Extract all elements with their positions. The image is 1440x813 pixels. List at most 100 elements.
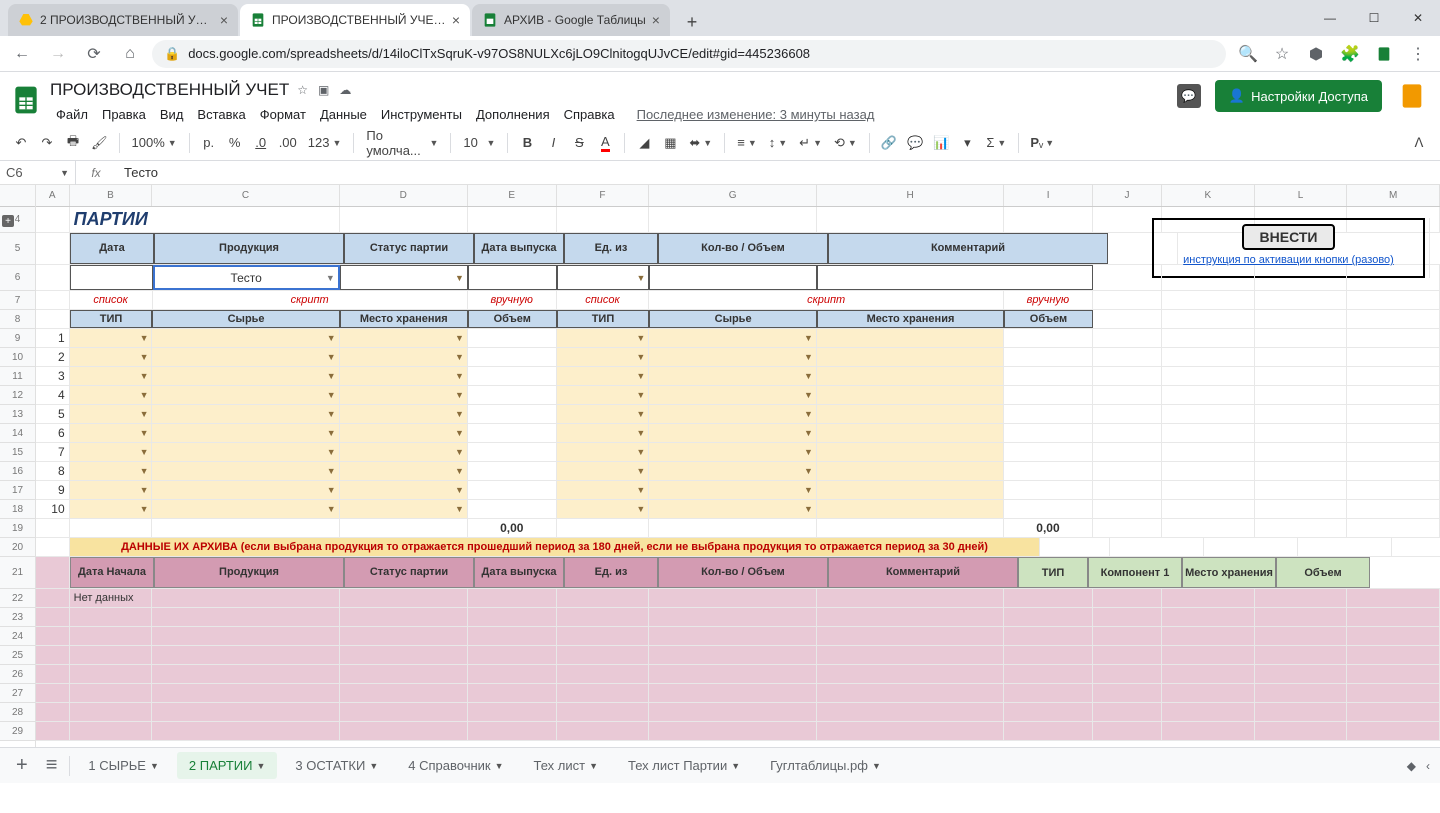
- vol-cell-9[interactable]: [468, 481, 557, 499]
- name-box[interactable]: C6▼: [0, 161, 76, 185]
- row-header-23[interactable]: 23: [0, 608, 35, 627]
- menu-tools[interactable]: Инструменты: [375, 104, 468, 125]
- fontsize-select[interactable]: 10▼: [459, 135, 499, 150]
- row-header-24[interactable]: 24: [0, 627, 35, 646]
- raw-cell-9[interactable]: ▼: [152, 481, 339, 499]
- raw2-cell-10[interactable]: ▼: [649, 500, 817, 518]
- storage-cell-4[interactable]: ▼: [340, 386, 468, 404]
- type2-cell-8[interactable]: ▼: [557, 462, 650, 480]
- doc-title[interactable]: ПРОИЗВОДСТВЕННЫЙ УЧЕТ: [50, 80, 289, 100]
- vol2-cell-6[interactable]: [1004, 424, 1093, 442]
- menu-icon[interactable]: ⋮: [1404, 40, 1432, 68]
- valign-button[interactable]: ↕▼: [765, 135, 791, 150]
- close-window-button[interactable]: ✕: [1396, 3, 1440, 33]
- raw2-cell-7[interactable]: ▼: [649, 443, 817, 461]
- row-header-22[interactable]: 22: [0, 589, 35, 608]
- sheet-tab-3[interactable]: 4 Справочник▼: [396, 752, 515, 779]
- storage-cell-5[interactable]: ▼: [340, 405, 468, 423]
- product-dropdown[interactable]: Тесто▼: [153, 265, 340, 290]
- row-header-21[interactable]: 21: [0, 557, 35, 589]
- merge-button[interactable]: ⬌▼: [685, 135, 716, 151]
- storage2-cell-1[interactable]: [817, 329, 1004, 347]
- type-cell-5[interactable]: ▼: [70, 405, 153, 423]
- row-header-9[interactable]: 9: [0, 329, 35, 348]
- type-cell-10[interactable]: ▼: [70, 500, 153, 518]
- extensions-icon[interactable]: 🧩: [1336, 40, 1364, 68]
- storage2-cell-7[interactable]: [817, 443, 1004, 461]
- raw-cell-3[interactable]: ▼: [152, 367, 339, 385]
- sheet-tab-2[interactable]: 3 ОСТАТКИ▼: [283, 752, 390, 779]
- storage-cell-1[interactable]: ▼: [340, 329, 468, 347]
- type-cell-9[interactable]: ▼: [70, 481, 153, 499]
- sheets-ext-icon[interactable]: [1370, 40, 1398, 68]
- sheet-tab-4[interactable]: Тех лист▼: [522, 752, 611, 779]
- last-edit-link[interactable]: Последнее изменение: 3 минуты назад: [631, 104, 881, 125]
- vol2-cell-5[interactable]: [1004, 405, 1093, 423]
- vol2-cell-8[interactable]: [1004, 462, 1093, 480]
- menu-help[interactable]: Справка: [558, 104, 621, 125]
- row-header-14[interactable]: 14: [0, 424, 35, 443]
- col-header-J[interactable]: J: [1093, 185, 1162, 206]
- menu-edit[interactable]: Правка: [96, 104, 152, 125]
- type-cell-1[interactable]: ▼: [70, 329, 153, 347]
- percent-button[interactable]: %: [224, 130, 246, 156]
- type2-cell-5[interactable]: ▼: [557, 405, 650, 423]
- col-header-B[interactable]: B: [70, 185, 153, 206]
- formula-input[interactable]: Тесто: [116, 165, 1440, 180]
- raw2-cell-1[interactable]: ▼: [649, 329, 817, 347]
- storage2-cell-4[interactable]: [817, 386, 1004, 404]
- type-cell-7[interactable]: ▼: [70, 443, 153, 461]
- type-cell-6[interactable]: ▼: [70, 424, 153, 442]
- menu-file[interactable]: Файл: [50, 104, 94, 125]
- strike-button[interactable]: S: [568, 130, 590, 156]
- menu-data[interactable]: Данные: [314, 104, 373, 125]
- type-cell-2[interactable]: ▼: [70, 348, 153, 366]
- row-header-28[interactable]: 28: [0, 703, 35, 722]
- storage-cell-10[interactable]: ▼: [340, 500, 468, 518]
- close-icon[interactable]: ×: [452, 12, 460, 28]
- bold-button[interactable]: B: [516, 130, 538, 156]
- type2-cell-1[interactable]: ▼: [557, 329, 650, 347]
- all-sheets-button[interactable]: ≡: [40, 754, 64, 777]
- paint-format-button[interactable]: 🖌: [88, 130, 111, 156]
- filter-button[interactable]: ▾: [956, 130, 978, 156]
- reload-button[interactable]: ⟳: [80, 40, 108, 68]
- col-header-K[interactable]: K: [1162, 185, 1255, 206]
- raw2-cell-6[interactable]: ▼: [649, 424, 817, 442]
- row-header-20[interactable]: 20: [0, 538, 35, 557]
- col-header-L[interactable]: L: [1255, 185, 1348, 206]
- browser-tab-1[interactable]: ПРОИЗВОДСТВЕННЫЙ УЧЕТ - G ×: [240, 4, 470, 36]
- vol-cell-10[interactable]: [468, 500, 557, 518]
- storage2-cell-10[interactable]: [817, 500, 1004, 518]
- row-header-7[interactable]: 7: [0, 291, 35, 310]
- row-header-5[interactable]: 5: [0, 233, 35, 265]
- italic-button[interactable]: I: [542, 130, 564, 156]
- col-header-M[interactable]: M: [1347, 185, 1440, 206]
- unit-dropdown[interactable]: ▼: [557, 265, 650, 290]
- vol2-cell-2[interactable]: [1004, 348, 1093, 366]
- raw-cell-2[interactable]: ▼: [152, 348, 339, 366]
- storage-cell-6[interactable]: ▼: [340, 424, 468, 442]
- spreadsheet-grid[interactable]: + 45678910111213141516171819202122232425…: [0, 185, 1440, 747]
- row-header-6[interactable]: 6: [0, 265, 35, 291]
- cloud-status-icon[interactable]: ☁: [339, 83, 351, 97]
- menu-view[interactable]: Вид: [154, 104, 190, 125]
- col-header-F[interactable]: F: [557, 185, 650, 206]
- profile-avatar[interactable]: [1396, 80, 1428, 112]
- wrap-button[interactable]: ↵▼: [795, 135, 826, 151]
- row-header-19[interactable]: 19: [0, 519, 35, 538]
- input-comment[interactable]: [817, 265, 1093, 290]
- link-button[interactable]: 🔗: [878, 130, 900, 156]
- input-date[interactable]: [70, 265, 153, 290]
- dec-add-button[interactable]: .00: [276, 130, 300, 156]
- raw-cell-4[interactable]: ▼: [152, 386, 339, 404]
- storage-cell-2[interactable]: ▼: [340, 348, 468, 366]
- submit-button[interactable]: ВНЕСТИ: [1242, 224, 1336, 250]
- input-qty[interactable]: [649, 265, 817, 290]
- browser-tab-2[interactable]: АРХИВ - Google Таблицы ×: [472, 4, 670, 36]
- translate-icon[interactable]: [1302, 40, 1330, 68]
- type2-cell-2[interactable]: ▼: [557, 348, 650, 366]
- raw-cell-10[interactable]: ▼: [152, 500, 339, 518]
- rotate-button[interactable]: ⟲▼: [830, 135, 861, 151]
- comment-button[interactable]: 💬: [904, 130, 926, 156]
